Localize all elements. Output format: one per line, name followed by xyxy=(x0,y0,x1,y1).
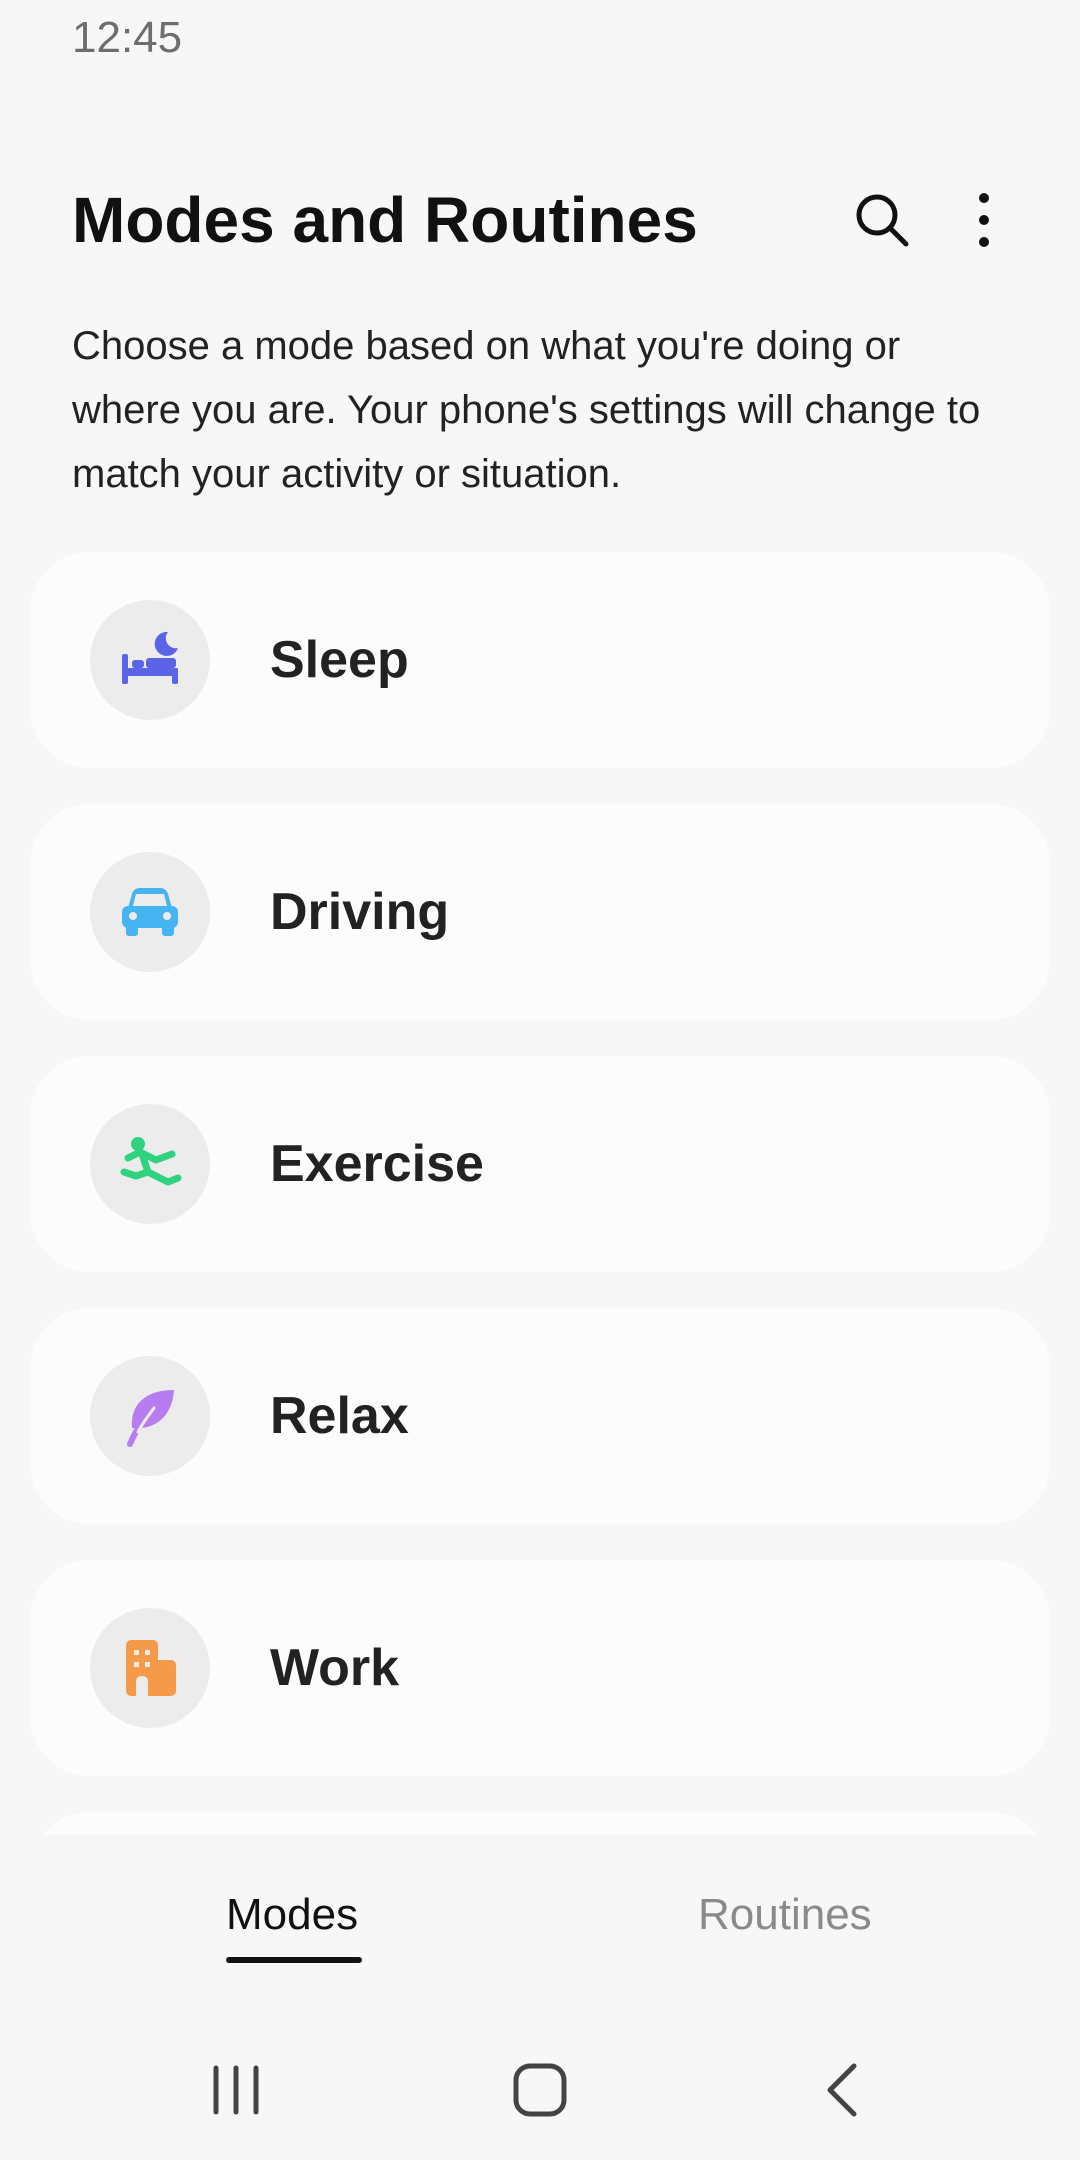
home-button[interactable] xyxy=(490,2040,590,2140)
mode-card-relax[interactable]: Relax xyxy=(30,1308,1050,1524)
mode-label: Exercise xyxy=(270,1135,484,1193)
mode-card-driving[interactable]: Driving xyxy=(30,804,1050,1020)
tab-modes[interactable]: Modes xyxy=(226,1875,358,1955)
running-person-icon xyxy=(120,1137,182,1186)
system-nav-bar xyxy=(0,2020,1080,2160)
back-icon xyxy=(827,2063,857,2117)
building-icon xyxy=(126,1640,176,1696)
tab-routines[interactable]: Routines xyxy=(698,1875,872,1955)
tab-selected-indicator xyxy=(226,1957,362,1963)
search-icon xyxy=(856,194,909,247)
mode-card-partial[interactable] xyxy=(30,1812,1050,1835)
bottom-tab-bar: Modes Routines xyxy=(0,1835,1080,2005)
page-title: Modes and Routines xyxy=(72,184,698,256)
bed-moon-icon xyxy=(122,631,178,684)
back-button[interactable] xyxy=(794,2040,894,2140)
recents-button[interactable] xyxy=(186,2040,286,2140)
mode-label: Driving xyxy=(270,883,450,941)
leaf-icon xyxy=(127,1390,174,1447)
mode-label: Work xyxy=(270,1639,400,1697)
mode-label: Relax xyxy=(270,1387,409,1445)
recents-icon xyxy=(213,2065,259,2115)
mode-icon-container xyxy=(90,1608,210,1728)
mode-icon-container xyxy=(90,1104,210,1224)
app-header: Modes and Routines xyxy=(72,170,1012,260)
screen: 12:45 Modes and Routines Choose a mode b… xyxy=(0,0,1080,2160)
search-button[interactable] xyxy=(842,180,922,260)
mode-card-sleep[interactable]: Sleep xyxy=(30,552,1050,768)
mode-icon-container xyxy=(90,1356,210,1476)
car-icon xyxy=(122,888,178,936)
mode-icon-container xyxy=(90,600,210,720)
page-description: Choose a mode based on what you're doing… xyxy=(72,324,981,496)
mode-label: Sleep xyxy=(270,631,409,689)
status-time: 12:45 xyxy=(72,13,183,62)
more-vertical-icon xyxy=(979,193,989,247)
more-options-button[interactable] xyxy=(944,180,1024,260)
mode-card-work[interactable]: Work xyxy=(30,1560,1050,1776)
mode-card-exercise[interactable]: Exercise xyxy=(30,1056,1050,1272)
mode-list: Sleep Driving Exercise Relax Work xyxy=(30,552,1050,1835)
mode-icon-container xyxy=(90,852,210,972)
home-icon xyxy=(513,2063,567,2117)
